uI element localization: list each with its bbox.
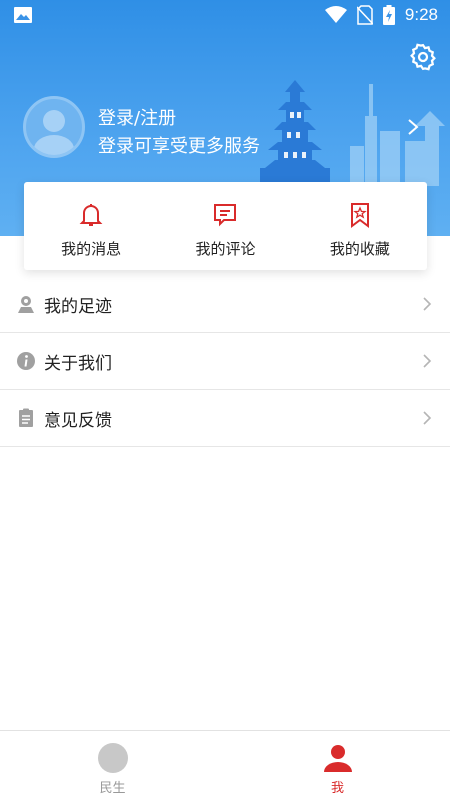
chevron-right-icon (423, 297, 432, 311)
my-comments-button[interactable]: 我的评论 (158, 182, 292, 270)
chevron-right-icon[interactable] (406, 118, 420, 136)
login-register-link[interactable]: 登录/注册 (98, 104, 176, 130)
tab-me[interactable]: 我 (225, 731, 450, 800)
my-favorites-label: 我的收藏 (329, 240, 390, 258)
clipboard-icon (19, 408, 33, 427)
image-icon (14, 7, 32, 23)
gear-icon[interactable] (408, 42, 438, 72)
menu-item-about-us[interactable]: 关于我们 (0, 333, 450, 390)
menu-item-label: 关于我们 (44, 353, 112, 374)
chevron-right-icon (423, 411, 432, 425)
menu-item-footprints[interactable]: 我的足迹 (0, 276, 450, 333)
battery-charging-icon (382, 5, 395, 25)
bottom-nav: 民生 我 (0, 730, 450, 800)
home-circle-icon (97, 743, 128, 773)
menu-item-label: 意见反馈 (44, 410, 112, 431)
my-messages-label: 我的消息 (61, 240, 122, 258)
tab-label: 我 (330, 781, 344, 796)
my-messages-button[interactable]: 我的消息 (24, 182, 158, 270)
avatar[interactable] (23, 96, 85, 158)
bookmark-star-icon (350, 203, 369, 228)
status-bar: 9:28 (0, 0, 450, 30)
bell-icon (79, 204, 103, 226)
info-icon (17, 352, 35, 370)
location-pin-icon (18, 296, 34, 313)
default-avatar-icon (34, 110, 74, 155)
menu-item-feedback[interactable]: 意见反馈 (0, 390, 450, 447)
no-sim-icon (356, 5, 373, 25)
tab-label: 民生 (99, 781, 126, 796)
login-benefit-text: 登录可享受更多服务 (98, 136, 260, 157)
status-time: 9:28 (404, 5, 438, 24)
chevron-right-icon (423, 354, 432, 368)
menu-item-label: 我的足迹 (44, 296, 112, 317)
user-icon (323, 745, 352, 772)
my-comments-label: 我的评论 (195, 240, 256, 258)
comment-icon (214, 204, 237, 227)
tab-minsheng[interactable]: 民生 (0, 731, 225, 800)
settings-menu-list: 我的足迹 关于我们 意见反馈 (0, 276, 450, 447)
my-favorites-button[interactable]: 我的收藏 (293, 182, 427, 270)
wifi-icon (324, 6, 347, 23)
quick-actions-card: 我的消息 我的评论 我的收藏 (24, 182, 427, 270)
